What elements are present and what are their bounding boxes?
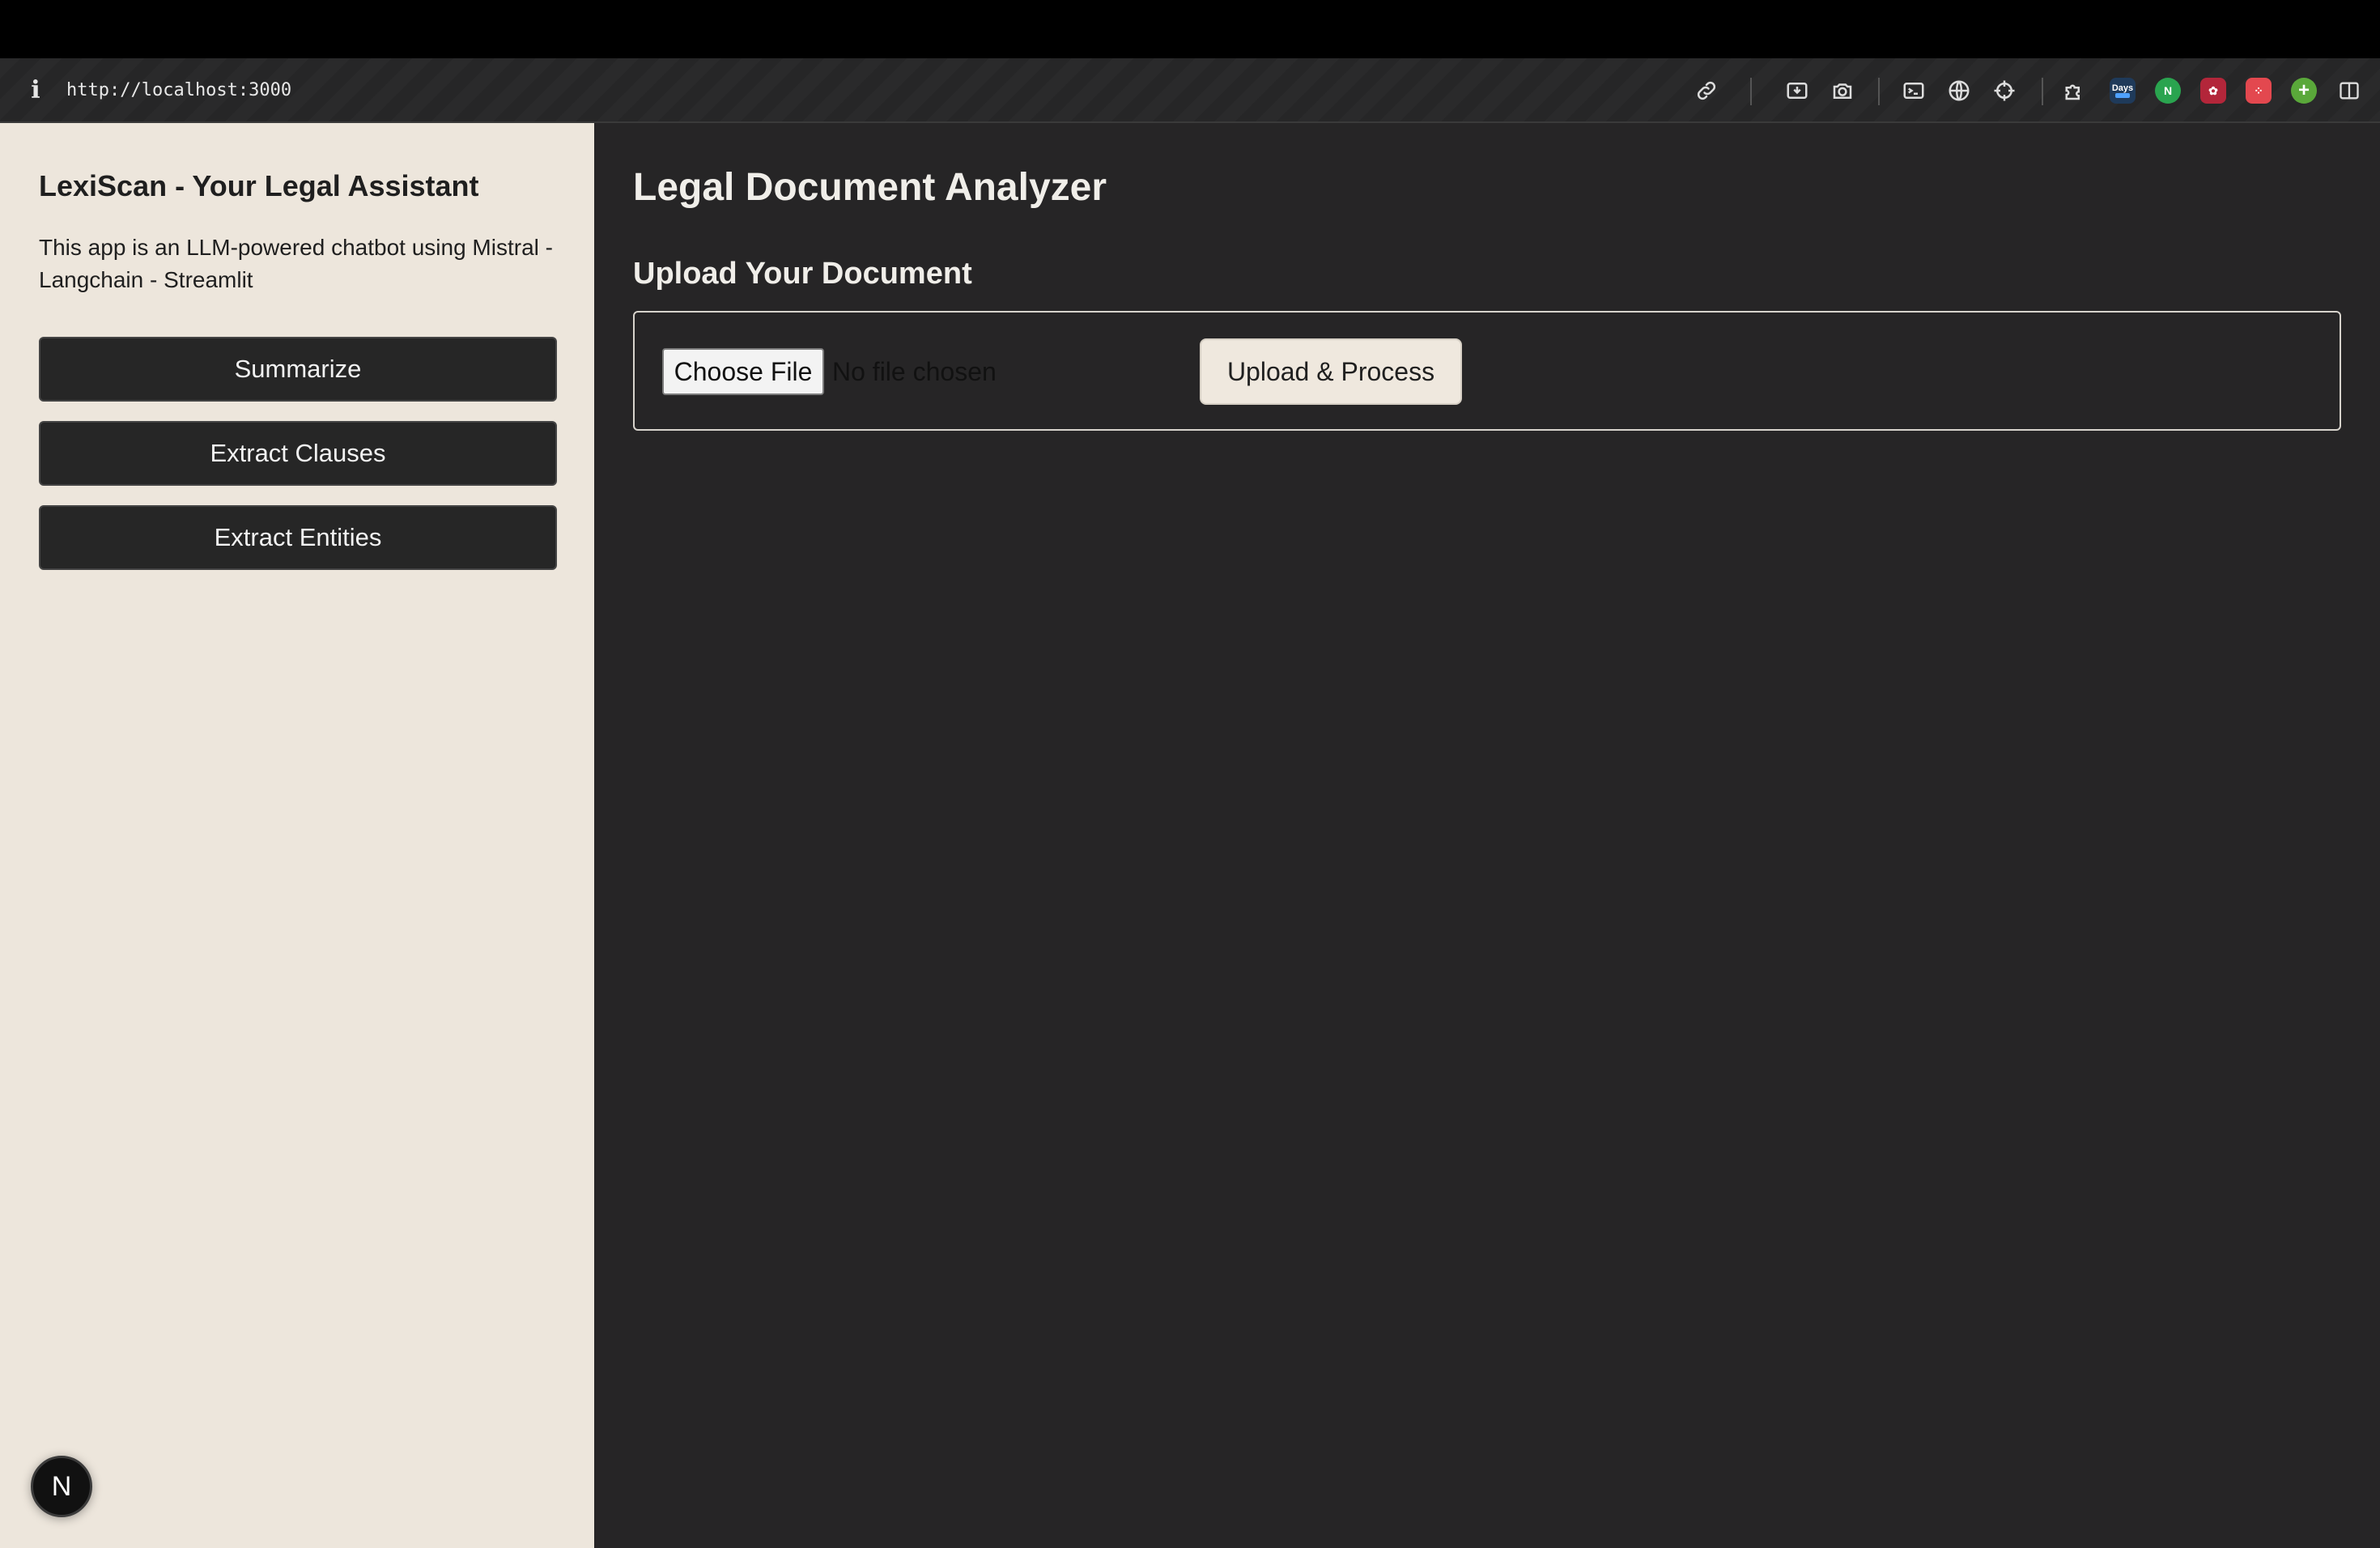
link-icon[interactable] [1689, 73, 1724, 108]
address-bar-url[interactable]: http://localhost:3000 [66, 78, 291, 104]
upload-form: Choose File No file chosen Upload & Proc… [633, 311, 2341, 431]
page-title: Legal Document Analyzer [633, 166, 1107, 209]
sidebar-title: LexiScan - Your Legal Assistant [39, 169, 479, 202]
globe-icon[interactable] [1941, 73, 1977, 108]
dice-extension-icon[interactable]: ⁘ [2246, 78, 2272, 104]
days-extension-bar [2115, 93, 2130, 98]
summarize-button[interactable]: Summarize [39, 337, 557, 402]
toolbar-separator [1750, 78, 1752, 105]
days-extension-icon[interactable]: Days [2110, 78, 2136, 104]
sidebar-description: This app is an LLM-powered chatbot using… [39, 235, 553, 292]
download-icon[interactable] [1779, 73, 1815, 108]
main-content: Legal Document Analyzer Upload Your Docu… [594, 123, 2380, 1548]
plus-extension-icon[interactable]: + [2291, 78, 2317, 104]
nextjs-badge[interactable]: N [31, 1456, 92, 1517]
file-status-text: No file chosen [832, 357, 997, 386]
upload-heading: Upload Your Document [633, 257, 972, 291]
upload-process-button[interactable]: Upload & Process [1200, 338, 1462, 405]
os-top-bar [0, 0, 2380, 58]
toolbar-separator [2042, 78, 2043, 105]
camera-icon[interactable] [1825, 73, 1860, 108]
choose-file-button[interactable]: Choose File [662, 348, 824, 395]
red-extension-icon[interactable]: ✿ [2200, 78, 2226, 104]
browser-toolbar: i http://localhost:3000 Days N ✿ ⁘ + [0, 58, 2380, 123]
sidebar-toggle-icon[interactable] [2331, 73, 2367, 108]
terminal-icon[interactable] [1896, 73, 1932, 108]
n-extension-icon[interactable]: N [2155, 78, 2181, 104]
toolbar-separator [1878, 78, 1880, 105]
extract-clauses-button[interactable]: Extract Clauses [39, 421, 557, 486]
extension-puzzle-icon[interactable] [2058, 73, 2093, 108]
sidebar: LexiScan - Your Legal Assistant This app… [0, 123, 594, 1548]
info-icon[interactable]: i [28, 78, 44, 104]
extract-entities-button[interactable]: Extract Entities [39, 505, 557, 570]
days-extension-label: Days [2111, 83, 2134, 93]
crosshair-icon[interactable] [1987, 73, 2022, 108]
